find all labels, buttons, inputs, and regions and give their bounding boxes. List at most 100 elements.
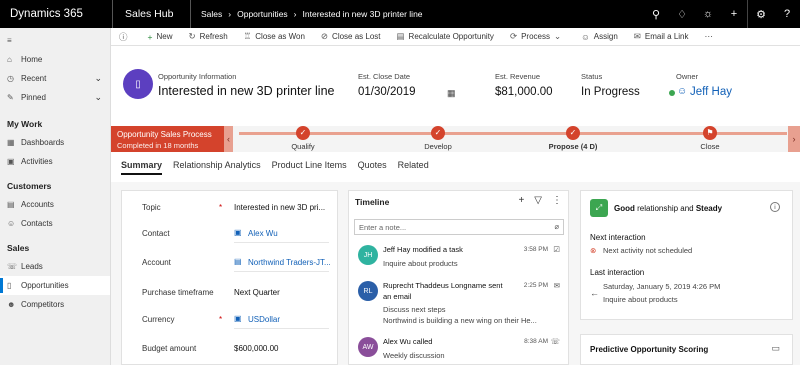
email-link-button[interactable]: ✉ Email a Link <box>626 31 697 42</box>
sidebar-item-label: Accounts <box>21 200 54 209</box>
field-value[interactable]: Interested in new 3D pri... <box>234 203 325 212</box>
avatar: AW <box>358 337 378 357</box>
sidebar-item-recent[interactable]: ◷ Recent ⌄ <box>0 69 110 88</box>
tab-relationship-analytics[interactable]: Relationship Analytics <box>173 160 261 173</box>
last-interaction-subject[interactable]: Inquire about products <box>603 295 678 304</box>
sidebar-item-activities[interactable]: ▣ Activities <box>0 152 110 171</box>
field-value-link[interactable]: USDollar <box>248 315 280 324</box>
phone-icon: ☏ <box>550 337 560 346</box>
stage-propose[interactable]: ✓ Propose (4 D) <box>533 126 613 151</box>
tab-related[interactable]: Related <box>398 160 429 173</box>
timeline-actions: + ▽ ⋮ <box>518 195 562 206</box>
tab-product-line-items[interactable]: Product Line Items <box>272 160 347 173</box>
dashboard-icon: ▦ <box>7 138 15 147</box>
lightbulb-icon[interactable]: ♢ <box>669 8 695 21</box>
hamburger-menu[interactable]: ≡ <box>0 31 110 50</box>
field-underline <box>234 242 329 243</box>
stage-develop[interactable]: ✓ Develop <box>398 126 478 151</box>
stage-qualify[interactable]: ✓ Qualify <box>263 126 343 151</box>
last-interaction-label: Last interaction <box>590 268 645 277</box>
summary-section: Topic * Interested in new 3D pri... Cont… <box>121 190 338 365</box>
field-currency[interactable]: Currency * ▣ USDollar <box>122 311 337 331</box>
stage-close[interactable]: ⚑ Close <box>670 126 750 151</box>
sidebar-item-label: Competitors <box>21 300 65 309</box>
idea-icon[interactable]: ☼ <box>695 8 721 20</box>
owner-link[interactable]: Jeff Hay <box>690 86 732 98</box>
sidebar-item-home[interactable]: ⌂ Home <box>0 50 110 69</box>
gear-icon[interactable]: ⚙ <box>748 8 774 21</box>
note-input[interactable]: Enter a note... ⌀ <box>354 219 564 235</box>
sidebar-item-opportunities[interactable]: ▯ Opportunities <box>0 276 110 295</box>
plus-icon[interactable]: + <box>518 195 524 206</box>
recalculate-button[interactable]: ▤ Recalculate Opportunity <box>389 31 502 42</box>
assign-button[interactable]: ☺ Assign <box>573 32 626 42</box>
field-label: Purchase timeframe <box>142 288 214 297</box>
stage-label: Close <box>700 142 720 151</box>
sidebar-item-competitors[interactable]: ☻ Competitors <box>0 295 110 314</box>
timeline-item-time: 3:58 PM <box>523 246 548 253</box>
account-icon: ▤ <box>234 257 242 266</box>
help-icon[interactable]: ? <box>774 8 800 20</box>
sidebar-item-leads[interactable]: ☏ Leads <box>0 257 110 276</box>
tab-quotes[interactable]: Quotes <box>358 160 387 173</box>
hamburger-icon: ≡ <box>7 36 12 45</box>
refresh-button[interactable]: ↻ Refresh <box>181 31 236 42</box>
cancel-icon: ⊘ <box>320 31 329 41</box>
breadcrumb-sales[interactable]: Sales <box>201 9 222 19</box>
field-topic[interactable]: Topic * Interested in new 3D pri... <box>122 199 337 219</box>
info-button[interactable]: ⓘ <box>111 31 140 43</box>
breadcrumb: Sales › Opportunities › Interested in ne… <box>191 9 423 19</box>
user-icon: ☺ <box>677 86 688 97</box>
field-value[interactable]: Next Quarter <box>234 288 280 297</box>
field-contact[interactable]: Contact ▣ Alex Wu <box>122 225 337 245</box>
sidebar-item-contacts[interactable]: ☺ Contacts <box>0 214 110 233</box>
email-link-label: Email a Link <box>644 32 689 41</box>
field-account[interactable]: Account ▤ Northwind Traders-JT... <box>122 254 337 274</box>
breadcrumb-opportunities[interactable]: Opportunities <box>237 9 288 19</box>
attachment-icon[interactable]: ⌀ <box>554 222 559 231</box>
next-interaction-value: Next activity not scheduled <box>603 246 693 255</box>
required-marker: * <box>219 315 223 324</box>
field-value[interactable]: $600,000.00 <box>234 344 279 353</box>
sidebar-item-pinned[interactable]: ✎ Pinned ⌄ <box>0 88 110 107</box>
timeline-item-line: Inquire about products <box>383 259 458 268</box>
field-budget-amount[interactable]: Budget amount $600,000.00 <box>122 340 337 360</box>
revenue-value: $81,000.00 <box>495 86 553 98</box>
close-date-value[interactable]: 01/30/2019 <box>358 86 416 98</box>
chevron-down-icon[interactable]: ⌄ <box>94 73 102 84</box>
process-label: Process <box>521 32 550 41</box>
predictive-scoring-title: Predictive Opportunity Scoring <box>590 345 709 354</box>
chevron-down-icon[interactable]: ⌄ <box>94 92 102 103</box>
tab-summary[interactable]: Summary <box>121 160 163 175</box>
close-as-lost-button[interactable]: ⊘ Close as Lost <box>313 31 389 42</box>
plus-icon[interactable]: + <box>721 8 747 20</box>
flag-icon: ⚑ <box>703 126 717 140</box>
sidebar-item-dashboards[interactable]: ▦ Dashboards <box>0 133 110 152</box>
mail-icon: ✉ <box>553 281 560 290</box>
close-as-won-button[interactable]: ♖ Close as Won <box>236 31 313 42</box>
process-next-button[interactable]: › <box>788 126 800 152</box>
hub-name[interactable]: Sales Hub <box>113 8 190 20</box>
field-value-link[interactable]: Alex Wu <box>248 229 278 238</box>
search-icon[interactable]: ⚲ <box>643 8 669 21</box>
calendar-icon[interactable]: ▦ <box>447 88 456 99</box>
feedback-icon[interactable]: ▭ <box>771 343 780 354</box>
status-label: Status <box>581 72 603 81</box>
app-name[interactable]: Dynamics 365 <box>0 0 112 28</box>
sidebar-item-label: Activities <box>21 157 53 166</box>
field-purchase-timeframe[interactable]: Purchase timeframe Next Quarter <box>122 284 337 304</box>
more-commands-button[interactable]: ⋯ <box>697 31 726 42</box>
more-icon[interactable]: ⋮ <box>552 195 562 206</box>
process-prev-button[interactable]: ‹ <box>224 126 233 152</box>
field-value-link[interactable]: Northwind Traders-JT... <box>248 258 331 267</box>
sidebar-group-sales: Sales <box>7 243 30 253</box>
process-name-panel[interactable]: Opportunity Sales Process Completed in 1… <box>111 126 224 152</box>
filter-icon[interactable]: ▽ <box>534 195 542 206</box>
field-underline <box>234 328 329 329</box>
info-icon[interactable]: i <box>770 202 780 212</box>
assign-label: Assign <box>593 32 618 41</box>
sidebar-item-accounts[interactable]: ▤ Accounts <box>0 195 110 214</box>
process-button[interactable]: ⟳ Process ⌄ <box>502 31 573 42</box>
predictive-scoring-card: Predictive Opportunity Scoring ▭ <box>580 334 793 365</box>
new-button[interactable]: + New <box>140 32 181 42</box>
